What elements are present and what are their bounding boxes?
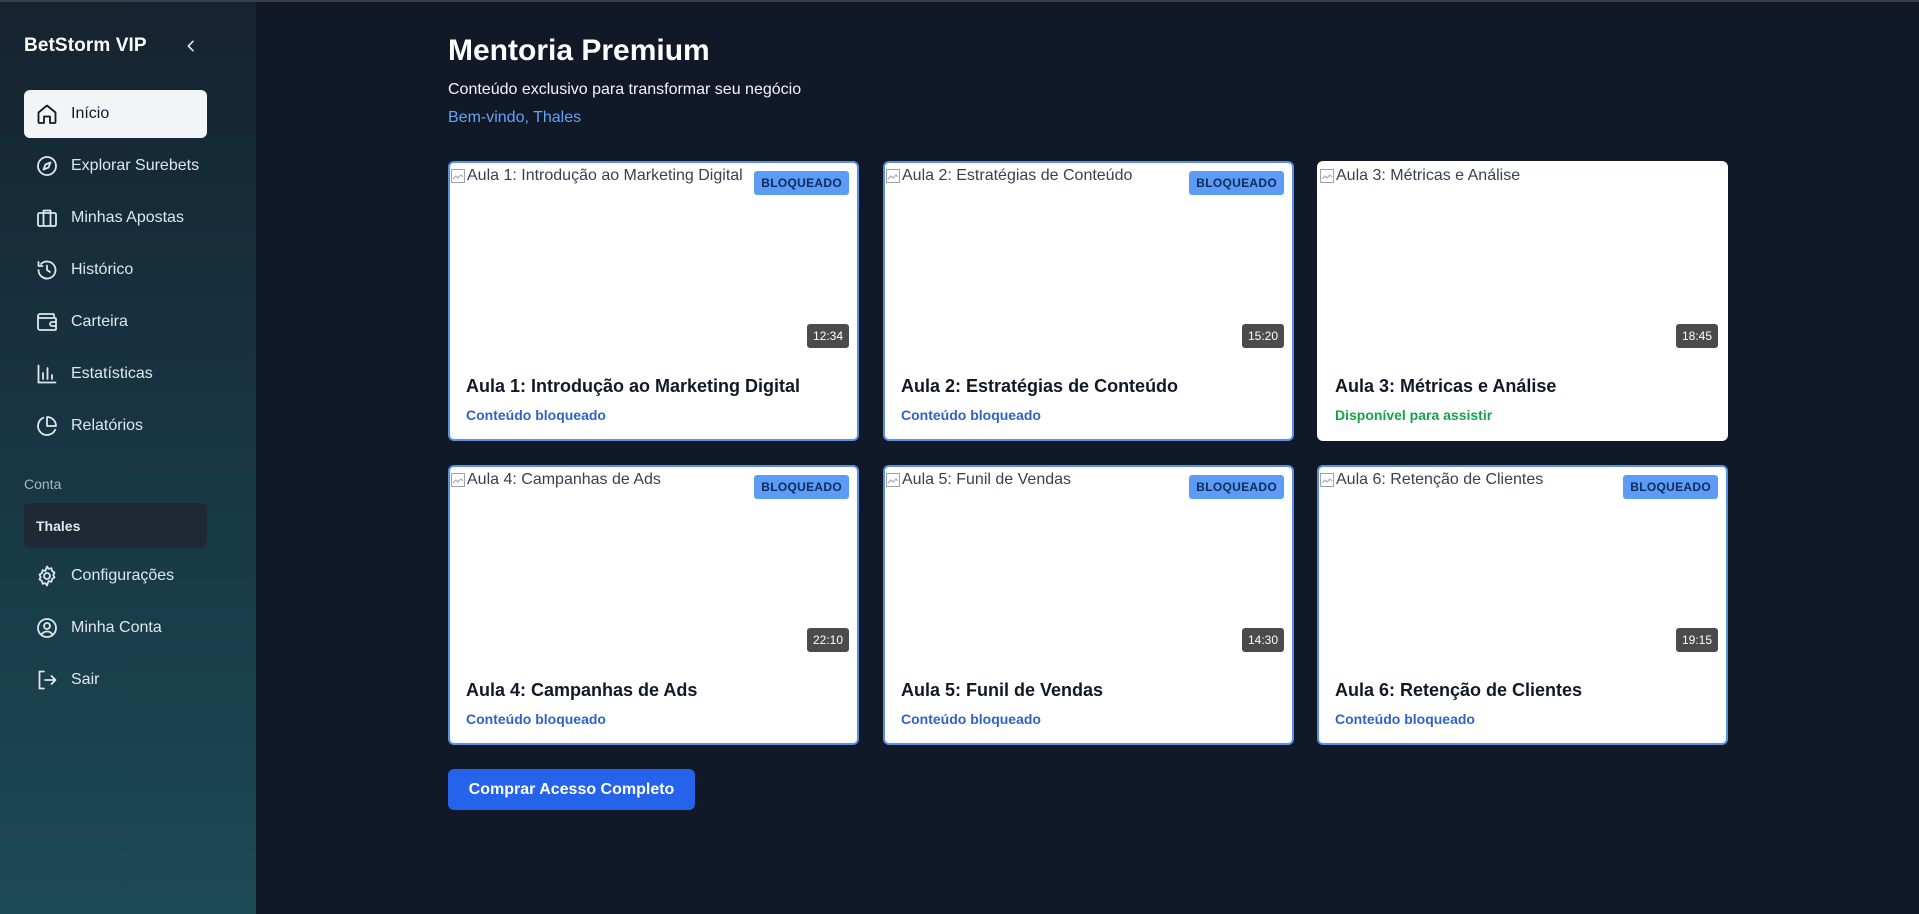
home-icon bbox=[37, 104, 57, 124]
thumbnail-alt-label: Aula 3: Métricas e Análise bbox=[1336, 167, 1521, 184]
history-icon bbox=[37, 260, 57, 280]
sidebar-item-label: Sair bbox=[71, 671, 100, 688]
brand-name: BetStorm VIP bbox=[24, 35, 147, 56]
lesson-status: Disponível para assistir bbox=[1335, 407, 1493, 423]
compass-icon bbox=[37, 156, 57, 176]
duration-badge: 22:10 bbox=[806, 628, 849, 652]
sidebar-item-historico[interactable]: Histórico bbox=[24, 246, 207, 294]
broken-image-icon bbox=[886, 169, 900, 183]
sidebar-item-label: Explorar Surebets bbox=[71, 157, 200, 174]
lesson-status: Conteúdo bloqueado bbox=[1335, 711, 1475, 727]
thumbnail-alt-text: Aula 6: Retenção de Clientes bbox=[1319, 471, 1543, 489]
sidebar-item-label: Carteira bbox=[71, 313, 128, 330]
duration-badge: 14:30 bbox=[1241, 628, 1284, 652]
broken-image-icon bbox=[1320, 169, 1334, 183]
lesson-title: Aula 4: Campanhas de Ads bbox=[466, 680, 698, 700]
sidebar-item-minhas-apostas[interactable]: Minhas Apostas bbox=[24, 194, 207, 242]
broken-image-icon bbox=[451, 169, 465, 183]
sidebar-header: BetStorm VIP bbox=[24, 31, 202, 61]
sidebar-item-label: Configurações bbox=[71, 567, 175, 584]
collapse-sidebar-button[interactable] bbox=[180, 35, 202, 57]
duration-badge: 19:15 bbox=[1675, 628, 1718, 652]
thumbnail-alt-label: Aula 4: Campanhas de Ads bbox=[467, 471, 661, 488]
sidebar-item-label: Estatísticas bbox=[71, 365, 153, 382]
logout-icon bbox=[38, 670, 57, 690]
sidebar-item-configuracoes[interactable]: Configurações bbox=[24, 552, 207, 600]
lesson-thumbnail: Aula 1: Introdução ao Marketing Digital … bbox=[450, 163, 857, 355]
lesson-card-6[interactable]: Aula 6: Retenção de Clientes BLOQUEADO 1… bbox=[1317, 465, 1728, 745]
thumbnail-alt-label: Aula 2: Estratégias de Conteúdo bbox=[902, 167, 1133, 184]
buy-full-access-button[interactable]: Comprar Acesso Completo bbox=[448, 769, 695, 810]
sidebar-nav: Início Explorar Surebets Minhas Apostas … bbox=[24, 90, 207, 454]
lesson-title: Aula 2: Estratégias de Conteúdo bbox=[901, 376, 1179, 396]
lesson-thumbnail: Aula 5: Funil de Vendas BLOQUEADO 14:30 bbox=[885, 467, 1292, 659]
thumbnail-alt-label: Aula 6: Retenção de Clientes bbox=[1336, 471, 1544, 488]
pie-chart-icon bbox=[37, 416, 57, 436]
sidebar-item-estatisticas[interactable]: Estatísticas bbox=[24, 350, 207, 398]
account-nav: Configurações Minha Conta Sair bbox=[24, 552, 207, 708]
thumbnail-alt-text: Aula 2: Estratégias de Conteúdo bbox=[885, 167, 1132, 185]
lesson-thumbnail: Aula 3: Métricas e Análise 18:45 bbox=[1319, 163, 1726, 355]
sidebar-item-label: Minha Conta bbox=[71, 619, 162, 636]
lesson-card-3[interactable]: Aula 3: Métricas e Análise 18:45 Aula 3:… bbox=[1317, 161, 1728, 441]
locked-badge: BLOQUEADO bbox=[1623, 475, 1718, 499]
thumbnail-alt-text: Aula 4: Campanhas de Ads bbox=[450, 471, 661, 489]
thumbnail-alt-text: Aula 1: Introdução ao Marketing Digital bbox=[450, 167, 743, 185]
lesson-status: Conteúdo bloqueado bbox=[901, 407, 1041, 423]
lesson-title: Aula 6: Retenção de Clientes bbox=[1335, 680, 1583, 700]
duration-badge: 15:20 bbox=[1241, 324, 1284, 348]
lesson-card-4[interactable]: Aula 4: Campanhas de Ads BLOQUEADO 22:10… bbox=[448, 465, 859, 745]
lesson-status: Conteúdo bloqueado bbox=[466, 407, 606, 423]
sidebar-item-relatorios[interactable]: Relatórios bbox=[24, 402, 207, 450]
wallet-icon bbox=[37, 313, 57, 331]
thumbnail-alt-text: Aula 5: Funil de Vendas bbox=[885, 471, 1071, 489]
welcome-message: Bem-vindo, Thales bbox=[448, 109, 582, 126]
page-title: Mentoria Premium bbox=[448, 34, 710, 67]
broken-image-icon bbox=[451, 473, 465, 487]
bar-chart-icon bbox=[37, 364, 57, 384]
sidebar-item-inicio[interactable]: Início bbox=[24, 90, 207, 138]
lesson-title: Aula 5: Funil de Vendas bbox=[901, 680, 1104, 700]
page-subtitle: Conteúdo exclusivo para transformar seu … bbox=[448, 81, 802, 98]
sidebar-item-explorar-surebets[interactable]: Explorar Surebets bbox=[24, 142, 207, 190]
current-user: Thales bbox=[24, 503, 207, 548]
sidebar-item-label: Histórico bbox=[71, 261, 134, 278]
sidebar-item-carteira[interactable]: Carteira bbox=[24, 298, 207, 346]
lesson-title: Aula 3: Métricas e Análise bbox=[1335, 376, 1557, 396]
account-section-label: Conta bbox=[24, 476, 62, 492]
window-top-border bbox=[0, 0, 1919, 2]
sidebar-item-label: Minhas Apostas bbox=[71, 209, 184, 226]
briefcase-icon bbox=[37, 209, 57, 227]
lesson-card-2[interactable]: Aula 2: Estratégias de Conteúdo BLOQUEAD… bbox=[883, 161, 1294, 441]
sidebar-item-minha-conta[interactable]: Minha Conta bbox=[24, 604, 207, 652]
duration-badge: 18:45 bbox=[1675, 324, 1718, 348]
thumbnail-alt-text: Aula 3: Métricas e Análise bbox=[1319, 167, 1520, 185]
sidebar: BetStorm VIP Início Explorar Surebets Mi… bbox=[0, 2, 256, 914]
lesson-thumbnail: Aula 6: Retenção de Clientes BLOQUEADO 1… bbox=[1319, 467, 1726, 659]
locked-badge: BLOQUEADO bbox=[754, 171, 849, 195]
lesson-thumbnail: Aula 4: Campanhas de Ads BLOQUEADO 22:10 bbox=[450, 467, 857, 659]
broken-image-icon bbox=[886, 473, 900, 487]
lesson-thumbnail: Aula 2: Estratégias de Conteúdo BLOQUEAD… bbox=[885, 163, 1292, 355]
locked-badge: BLOQUEADO bbox=[1189, 475, 1284, 499]
sidebar-item-label: Início bbox=[71, 105, 110, 122]
lesson-card-5[interactable]: Aula 5: Funil de Vendas BLOQUEADO 14:30 … bbox=[883, 465, 1294, 745]
sidebar-item-label: Relatórios bbox=[71, 417, 144, 434]
broken-image-icon bbox=[1320, 473, 1334, 487]
duration-badge: 12:34 bbox=[806, 324, 849, 348]
lesson-title: Aula 1: Introdução ao Marketing Digital bbox=[466, 376, 801, 396]
thumbnail-alt-label: Aula 5: Funil de Vendas bbox=[902, 471, 1072, 488]
locked-badge: BLOQUEADO bbox=[1189, 171, 1284, 195]
lesson-status: Conteúdo bloqueado bbox=[901, 711, 1041, 727]
user-circle-icon bbox=[37, 618, 57, 638]
lesson-status: Conteúdo bloqueado bbox=[466, 711, 606, 727]
locked-badge: BLOQUEADO bbox=[754, 475, 849, 499]
lesson-card-1[interactable]: Aula 1: Introdução ao Marketing Digital … bbox=[448, 161, 859, 441]
chevron-left-icon bbox=[187, 40, 194, 52]
gear-icon bbox=[38, 565, 56, 587]
thumbnail-alt-label: Aula 1: Introdução ao Marketing Digital bbox=[467, 167, 743, 184]
sidebar-item-sair[interactable]: Sair bbox=[24, 656, 207, 704]
